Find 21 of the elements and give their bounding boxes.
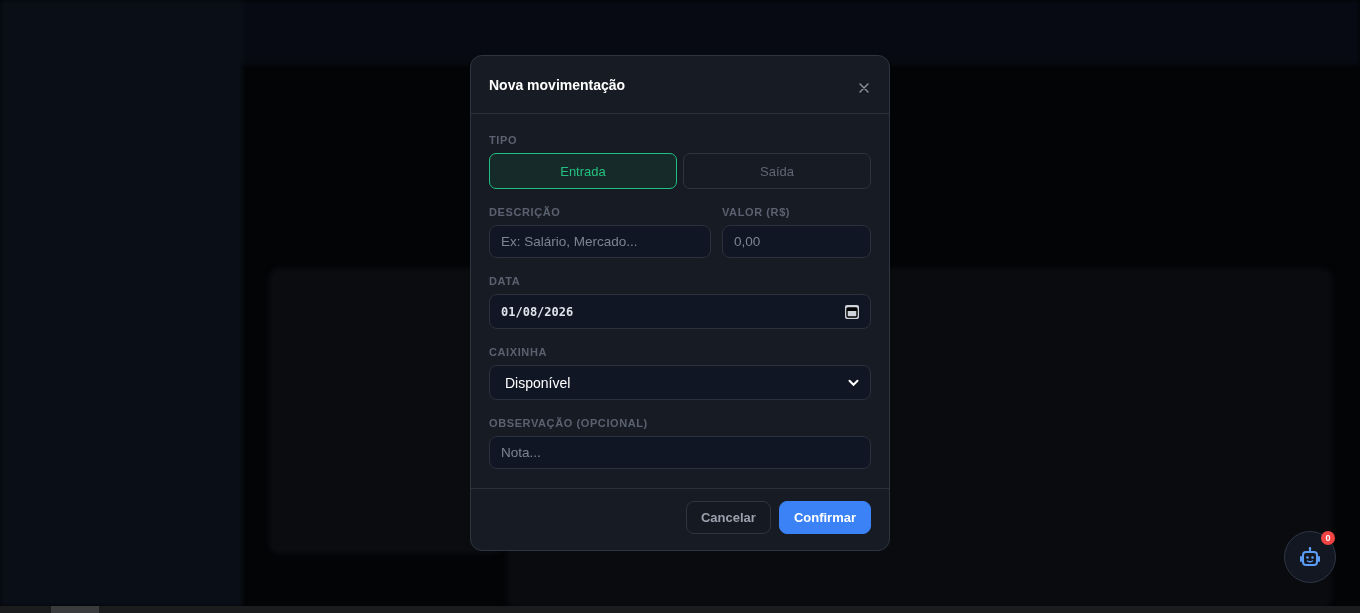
chevron-down-icon — [848, 378, 859, 387]
field-label: DESCRIÇÃO — [489, 206, 562, 218]
input-field[interactable]: 0,00 — [722, 225, 871, 258]
input-field[interactable]: Ex: Salário, Mercado... — [489, 225, 711, 258]
confirm-button[interactable]: Confirmar — [778, 501, 871, 534]
dropdown-field[interactable]: Disponível — [489, 365, 871, 400]
horizontal-scrollbar[interactable] — [0, 606, 1360, 613]
dialog-title: Nova movimentação — [489, 77, 626, 93]
field-label: OBSERVAÇÃO (OPCIONAL) — [489, 417, 649, 429]
field-label: VALOR (R$) — [722, 206, 792, 218]
field-label: CAIXINHA — [489, 346, 548, 358]
cancel-button[interactable]: Cancelar — [685, 501, 771, 534]
robot-icon — [1299, 547, 1321, 567]
calendar-icon[interactable] — [845, 304, 859, 319]
input-field[interactable]: Nota... — [489, 436, 871, 469]
field-label: DATA — [489, 275, 522, 287]
date-field[interactable]: 01/08/2026 — [489, 294, 871, 329]
close-icon[interactable] — [857, 81, 871, 95]
notification-badge: 0 — [1321, 531, 1335, 545]
type-option[interactable]: Entrada — [489, 153, 677, 189]
field-label: TIPO — [489, 134, 519, 146]
